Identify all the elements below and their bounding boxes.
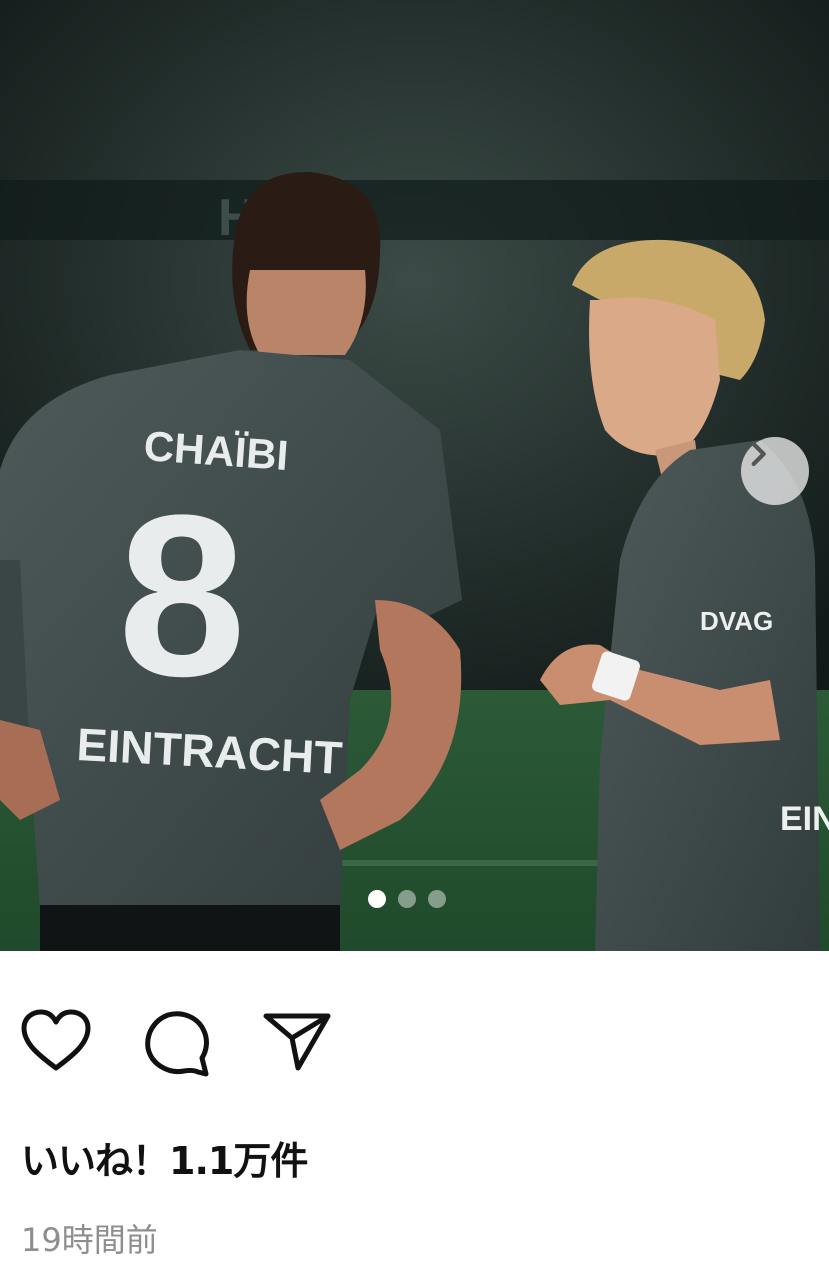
share-button[interactable] — [262, 1008, 334, 1078]
jersey-number: 8 — [118, 467, 246, 724]
carousel-dot — [428, 890, 446, 908]
like-button[interactable] — [20, 1008, 92, 1078]
carousel-dot — [398, 890, 416, 908]
paper-plane-icon — [263, 1013, 331, 1071]
carousel-dot — [368, 890, 386, 908]
post-photo-illustration: HLER CHAÏBI 8 EINTRACHT DVAG EINTR — [0, 0, 829, 951]
comment-bubble-icon — [145, 1011, 209, 1077]
post-image[interactable]: HLER CHAÏBI 8 EINTRACHT DVAG EINTR — [0, 0, 829, 951]
heart-icon — [21, 1009, 91, 1071]
jersey-sponsor-right: DVAG — [700, 606, 773, 636]
comment-button[interactable] — [142, 1008, 212, 1082]
jersey-sleeve-text: EINTR — [780, 800, 829, 838]
carousel-next-button[interactable] — [741, 437, 809, 505]
post-timestamp: 19時間前 — [21, 1221, 158, 1259]
chevron-right-icon — [751, 441, 766, 467]
likes-count[interactable]: いいね！1.1万件 — [21, 1130, 308, 1185]
carousel-indicator — [368, 890, 446, 908]
